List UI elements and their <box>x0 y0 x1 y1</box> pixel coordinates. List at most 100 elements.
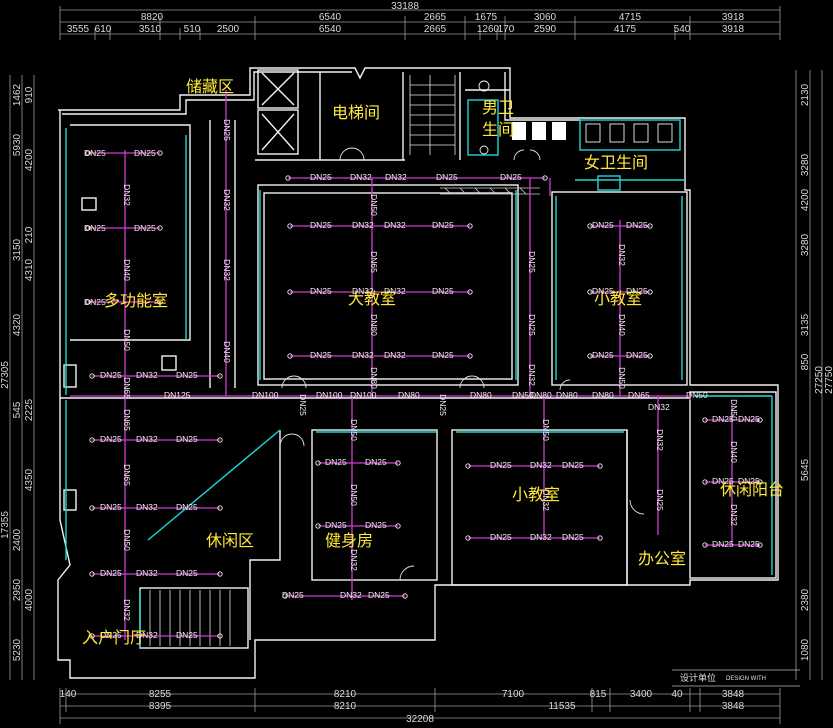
pipe-size-label: DN25 <box>712 539 734 549</box>
left-dim: 4350 <box>24 468 35 491</box>
left-dim: 3150 <box>12 238 23 261</box>
pipe-size-label: DN32 <box>222 189 232 211</box>
pipe-size-label: DN25 <box>298 394 308 416</box>
pipe-size-label: DN25 <box>368 590 390 600</box>
pipe-size-label: DN25 <box>365 520 387 530</box>
pipe-size-label: DN25 <box>592 350 614 360</box>
top-dim: 2665 <box>424 24 447 35</box>
pipe-size-label: DN25 <box>436 172 458 182</box>
room-label-small-classroom: 小教室 <box>512 485 560 504</box>
pipe-size-label: DN25 <box>176 370 198 380</box>
top-dim: 3555 <box>67 24 90 35</box>
pipe-size-label: DN32 <box>530 460 552 470</box>
left-dim: 4000 <box>24 588 35 611</box>
pipe-size-label: DN100 <box>252 390 279 400</box>
pipe-size-label: DN25 <box>490 532 512 542</box>
top-dim: 2500 <box>217 24 240 35</box>
right-dim: 2380 <box>800 588 811 611</box>
pipe-size-label: DN32 <box>136 434 158 444</box>
pipe-size-label: DN65 <box>369 251 379 273</box>
pipe-size-label: DN25 <box>100 434 122 444</box>
bottom-dim: 815 <box>590 689 607 700</box>
pipe-size-label: DN40 <box>617 314 627 336</box>
pipe-size-label: DN32 <box>617 244 627 266</box>
pipe-size-label: DN100 <box>350 390 377 400</box>
pipe-size-label: DN25 <box>626 220 648 230</box>
top-dim: 510 <box>184 24 201 35</box>
pipe-size-label: DN32 <box>136 370 158 380</box>
room-label-storage: 储藏区 <box>186 77 234 96</box>
left-dim: 545 <box>12 401 23 418</box>
pipe-size-label: DN50 <box>729 399 739 421</box>
pipe-size-label: DN32 <box>340 590 362 600</box>
right-dim: 5645 <box>800 458 811 481</box>
top-dim: 610 <box>95 24 112 35</box>
left-dim: 2225 <box>24 398 35 421</box>
pipe-size-label: DN25 <box>527 251 537 273</box>
pipe-size-label: DN25 <box>84 148 106 158</box>
pipe-size-label: DN25 <box>438 394 448 416</box>
pipe-size-label: DN32 <box>384 220 406 230</box>
left-dim: 910 <box>24 86 35 103</box>
top-dimension-lines: 33188 8820 6540 2665 1675 3060 4715 3918… <box>59 1 781 40</box>
pipe-size-label: DN25 <box>310 172 332 182</box>
pipe-size-label: DN25 <box>134 148 156 158</box>
bottom-dim: 8395 <box>149 701 172 712</box>
pipe-size-label: DN25 <box>176 630 198 640</box>
stamp-subtitle: DESIGN WITH <box>726 676 766 682</box>
pipe-size-label: DN80 <box>530 390 552 400</box>
pipe-size-label: DN80 <box>369 367 379 389</box>
pipe-size-label: DN50 <box>349 419 359 441</box>
pipe-size-label: DN50 <box>122 529 132 551</box>
pipe-size-label: DN125 <box>164 390 191 400</box>
pipe-size-label: DN25 <box>176 502 198 512</box>
pipe-size-label: DN25 <box>100 568 122 578</box>
pipe-size-label: DN25 <box>500 172 522 182</box>
top-dim: 1260 <box>477 24 500 35</box>
pipe-size-label: DN100 <box>316 390 343 400</box>
right-dim: 3280 <box>800 153 811 176</box>
pipe-size-label: DN25 <box>432 286 454 296</box>
right-dim: 3135 <box>800 313 811 336</box>
pipe-size-label: DN32 <box>530 532 552 542</box>
room-label-entrance: 入户门厅 <box>82 628 146 647</box>
pipe-size-label: DN50 <box>686 390 708 400</box>
bottom-overall-dim: 32208 <box>406 714 434 725</box>
left-dim: 1462 <box>12 83 23 106</box>
left-dimension-texts: 1462 910 59304200 3150210 4310 4320 27305 545 22… <box>0 83 35 661</box>
walls <box>57 67 779 679</box>
left-dim: 2950 <box>12 578 23 601</box>
pipe-size-label: DN32 <box>136 502 158 512</box>
doors <box>279 147 645 581</box>
top-dim: 2665 <box>424 12 447 23</box>
top-dim: 6540 <box>319 24 342 35</box>
pipe-size-label: DN65 <box>628 390 650 400</box>
pipe-size-label: DN80 <box>398 390 420 400</box>
bottom-dim: 40 <box>671 689 683 700</box>
pipe-size-label: DN25 <box>527 314 537 336</box>
pipe-size-label: DN25 <box>738 539 760 549</box>
pipe-size-label: DN32 <box>122 184 132 206</box>
pipe-size-label: DN32 <box>655 429 665 451</box>
bottom-dim: 8210 <box>334 701 357 712</box>
right-dimension-texts: 2130328042003280313585027250 277505645238… <box>800 83 833 661</box>
top-dim: 6540 <box>319 12 342 23</box>
right-dim: 3280 <box>800 233 811 256</box>
room-label-gym: 健身房 <box>325 531 373 550</box>
pipe-size-label: DN32 <box>136 568 158 578</box>
left-dim: 17355 <box>0 511 11 539</box>
pipe-size-label: DN25 <box>432 350 454 360</box>
left-dim: 4320 <box>12 313 23 336</box>
right-dim: 850 <box>800 353 811 370</box>
top-dim: 8820 <box>141 12 164 23</box>
pipe-size-label: DN50 <box>122 329 132 351</box>
top-dim: 4175 <box>614 24 637 35</box>
pipe-size-label: DN25 <box>282 590 304 600</box>
pipe-size-label: DN25 <box>325 457 347 467</box>
pipe-size-label: DN32 <box>352 220 374 230</box>
bottom-dim: 8255 <box>149 689 172 700</box>
pipe-size-label: DN25 <box>562 532 584 542</box>
pipe-size-label: DN25 <box>626 350 648 360</box>
right-dim: 27750 <box>824 366 833 394</box>
design-stamp: 设计单位 DESIGN WITH <box>672 669 800 687</box>
